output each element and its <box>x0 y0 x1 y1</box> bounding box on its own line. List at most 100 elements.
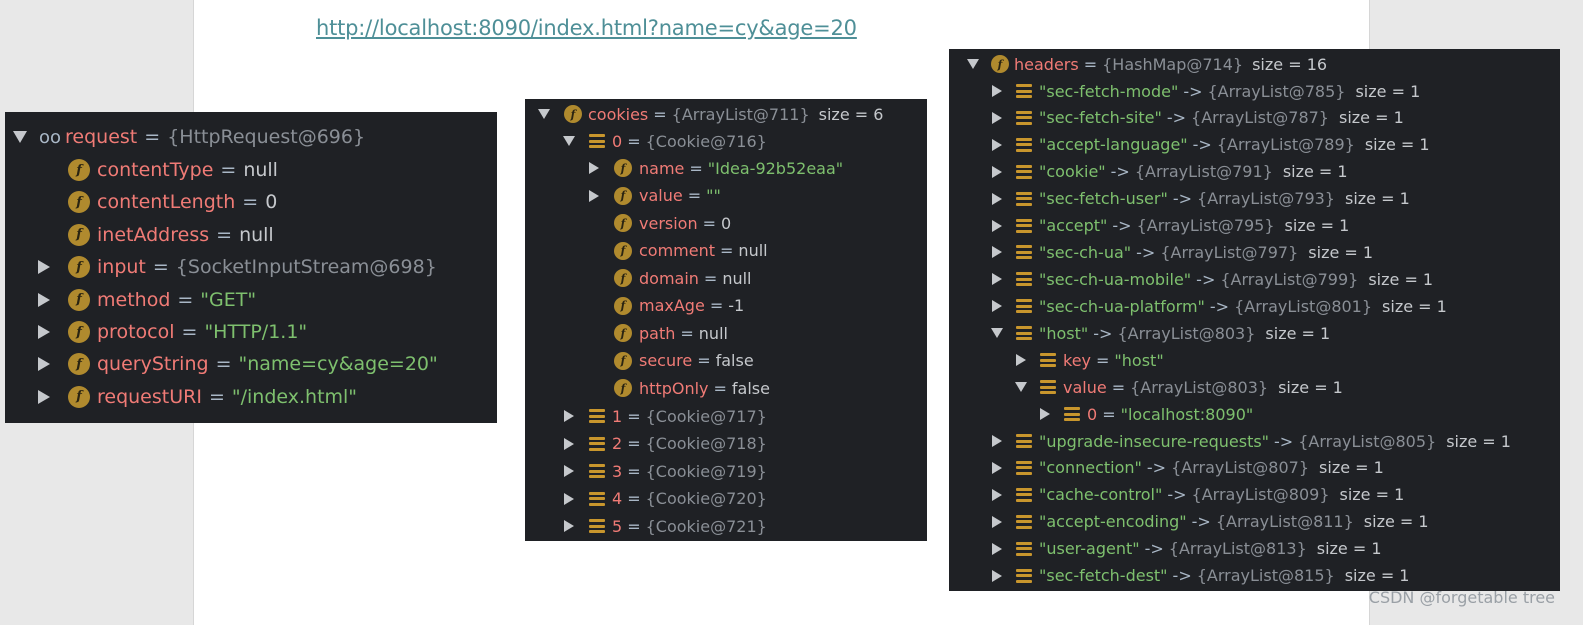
header-entry-row[interactable]: "sec-ch-ua-mobile" -> {ArrayList@799} size … <box>988 268 1433 290</box>
f-field-icon: f <box>614 159 632 177</box>
equals-sign: = <box>1083 54 1098 74</box>
expand-arrow-icon[interactable] <box>988 192 1006 205</box>
header-entry-row[interactable]: "cookie" -> {ArrayList@791} size = 1 <box>988 161 1348 183</box>
f-field-icon: f <box>614 214 632 232</box>
cookie-item-row[interactable]: 4 = {Cookie@720} <box>560 488 767 510</box>
expand-arrow-icon[interactable] <box>585 189 603 202</box>
expand-arrow-icon[interactable] <box>988 300 1006 313</box>
list-element-icon <box>1016 164 1032 179</box>
expand-arrow-icon[interactable] <box>988 569 1006 582</box>
header-entry-row[interactable]: "sec-ch-ua" -> {ArrayList@797} size = 1 <box>988 241 1373 263</box>
expand-arrow-icon[interactable] <box>33 260 55 275</box>
field-value: null <box>243 159 278 181</box>
host-value-node[interactable]: value = {ArrayList@803} size = 1 <box>1012 376 1343 398</box>
expand-arrow-icon[interactable] <box>988 246 1006 259</box>
expand-arrow-icon[interactable] <box>988 515 1006 528</box>
cookie-item-row[interactable]: 3 = {Cookie@719} <box>560 460 767 482</box>
cookie-field-row[interactable]: f httpOnly = false <box>585 377 770 399</box>
expand-arrow-icon[interactable] <box>585 162 603 174</box>
expand-arrow-icon[interactable] <box>988 488 1006 501</box>
expand-arrow-icon[interactable] <box>988 461 1006 474</box>
cookie-field-row[interactable]: f name = "Idea-92b52eaa" <box>585 157 843 179</box>
size-label: size = 16 <box>1252 54 1328 74</box>
collapse-arrow-icon[interactable] <box>988 328 1006 338</box>
collapse-arrow-icon[interactable] <box>560 136 578 146</box>
expand-arrow-icon[interactable] <box>33 325 55 339</box>
expand-arrow-icon[interactable] <box>560 437 578 450</box>
field-value: "GET" <box>200 288 257 311</box>
request-field-row[interactable]: f input = {SocketInputStream@698} <box>33 254 437 280</box>
object-ref: {Cookie@718} <box>645 434 767 453</box>
field-value: null <box>239 223 274 246</box>
cookie-item-row[interactable]: 5 = {Cookie@721} <box>560 515 767 537</box>
cookie-field-row[interactable]: f maxAge = -1 <box>585 295 744 317</box>
request-field-row[interactable]: f queryString = "name=cy&age=20" <box>33 351 438 377</box>
cookie-item-row[interactable]: 1 = {Cookie@717} <box>560 405 767 427</box>
header-entry-row[interactable]: "sec-fetch-dest" -> {ArrayList@815} size = … <box>988 565 1409 587</box>
headers-root-node[interactable]: f headers = {HashMap@714} size = 16 <box>964 53 1327 75</box>
cookie-field-row[interactable]: f secure = false <box>585 350 754 372</box>
f-field-icon: f <box>68 385 90 408</box>
expand-arrow-icon[interactable] <box>1036 408 1054 420</box>
expand-arrow-icon[interactable] <box>988 273 1006 286</box>
header-entry-row[interactable]: "cache-control" -> {ArrayList@809} size = 1 <box>988 484 1404 506</box>
request-field-row[interactable]: f contentType = null <box>33 157 278 183</box>
expand-arrow-icon[interactable] <box>988 111 1006 124</box>
collapse-arrow-icon[interactable] <box>535 109 553 119</box>
f-field-icon: f <box>614 379 632 397</box>
header-entry-row[interactable]: "upgrade-insecure-requests" -> {ArrayList@… <box>988 430 1511 452</box>
equals-sign: = <box>215 353 232 376</box>
expand-arrow-icon[interactable] <box>1012 354 1030 366</box>
expand-arrow-icon[interactable] <box>988 138 1006 151</box>
header-entry-row[interactable]: "accept-encoding" -> {ArrayList@811} size =… <box>988 511 1429 533</box>
collapse-arrow-icon[interactable] <box>1012 382 1030 392</box>
expand-arrow-icon[interactable] <box>988 435 1006 447</box>
header-entry-row[interactable]: "accept-language" -> {ArrayList@789} size =… <box>988 134 1430 156</box>
cookie-field-row[interactable]: f domain = null <box>585 267 752 289</box>
request-field-row[interactable]: f inetAddress = null <box>33 222 274 248</box>
expand-arrow-icon[interactable] <box>560 492 578 505</box>
header-entry-row[interactable]: "sec-ch-ua-platform" -> {ArrayList@801} siz… <box>988 295 1447 317</box>
expand-arrow-icon[interactable] <box>988 219 1006 232</box>
header-entry-row[interactable]: "sec-fetch-site" -> {ArrayList@787} size = … <box>988 107 1404 129</box>
expand-arrow-icon[interactable] <box>33 292 55 307</box>
cookie-field-row[interactable]: f value = "" <box>585 185 721 207</box>
host-value-item-0[interactable]: 0 = "localhost:8090" <box>1036 403 1253 425</box>
request-field-row[interactable]: f contentLength = 0 <box>33 189 277 215</box>
header-entry-row[interactable]: "accept" -> {ArrayList@795} size = 1 <box>988 215 1349 237</box>
size-label: size = 6 <box>818 104 884 124</box>
expand-arrow-icon[interactable] <box>988 85 1006 97</box>
request-field-row[interactable]: f method = "GET" <box>33 287 256 313</box>
size-label: size = 1 <box>1338 108 1404 128</box>
collapse-arrow-icon[interactable] <box>9 131 31 143</box>
expand-arrow-icon[interactable] <box>560 410 578 422</box>
request-field-row[interactable]: f requestURI = "/index.html" <box>33 384 357 410</box>
request-field-row[interactable]: f protocol = "HTTP/1.1" <box>33 319 307 345</box>
expand-arrow-icon[interactable] <box>560 465 578 477</box>
cookie-field-row[interactable]: f comment = null <box>585 240 768 262</box>
header-entry-row[interactable]: "sec-fetch-user" -> {ArrayList@793} size = … <box>988 188 1410 210</box>
f-field-icon: f <box>68 321 90 343</box>
expand-arrow-icon[interactable] <box>33 357 55 372</box>
cookie-item-row[interactable]: 2 = {Cookie@718} <box>560 433 767 455</box>
header-entry-row[interactable]: "connection" -> {ArrayList@807} size = 1 <box>988 457 1384 479</box>
header-entry-row[interactable]: "user-agent" -> {ArrayList@813} size = 1 <box>988 538 1382 560</box>
cookie-field-row[interactable]: f path = null <box>585 322 728 344</box>
variable-name: 0 <box>612 131 623 151</box>
header-entry-row[interactable]: "sec-fetch-mode" -> {ArrayList@785} size = … <box>988 80 1420 102</box>
expand-arrow-icon[interactable] <box>988 542 1006 555</box>
size-label: size = 1 <box>1284 216 1350 235</box>
collapse-arrow-icon[interactable] <box>964 59 982 69</box>
expand-arrow-icon[interactable] <box>33 389 55 404</box>
expand-arrow-icon[interactable] <box>560 520 578 532</box>
host-key-node[interactable]: key = "host" <box>1012 349 1164 371</box>
expand-arrow-icon[interactable] <box>988 165 1006 178</box>
request-root-node[interactable]: oo request = {HttpRequest@696} <box>9 124 365 150</box>
url-link[interactable]: http://localhost:8090/index.html?name=cy… <box>316 16 857 40</box>
object-ref: {ArrayList@803} <box>1130 377 1269 397</box>
cookie-item-0[interactable]: 0 = {Cookie@716} <box>560 130 767 152</box>
cookie-field-row[interactable]: f version = 0 <box>585 212 731 234</box>
cookies-root-node[interactable]: f cookies = {ArrayList@711} size = 6 <box>535 103 883 125</box>
header-entry-host[interactable]: "host" -> {ArrayList@803} size = 1 <box>988 322 1330 344</box>
header-key: "accept" <box>1039 216 1108 235</box>
